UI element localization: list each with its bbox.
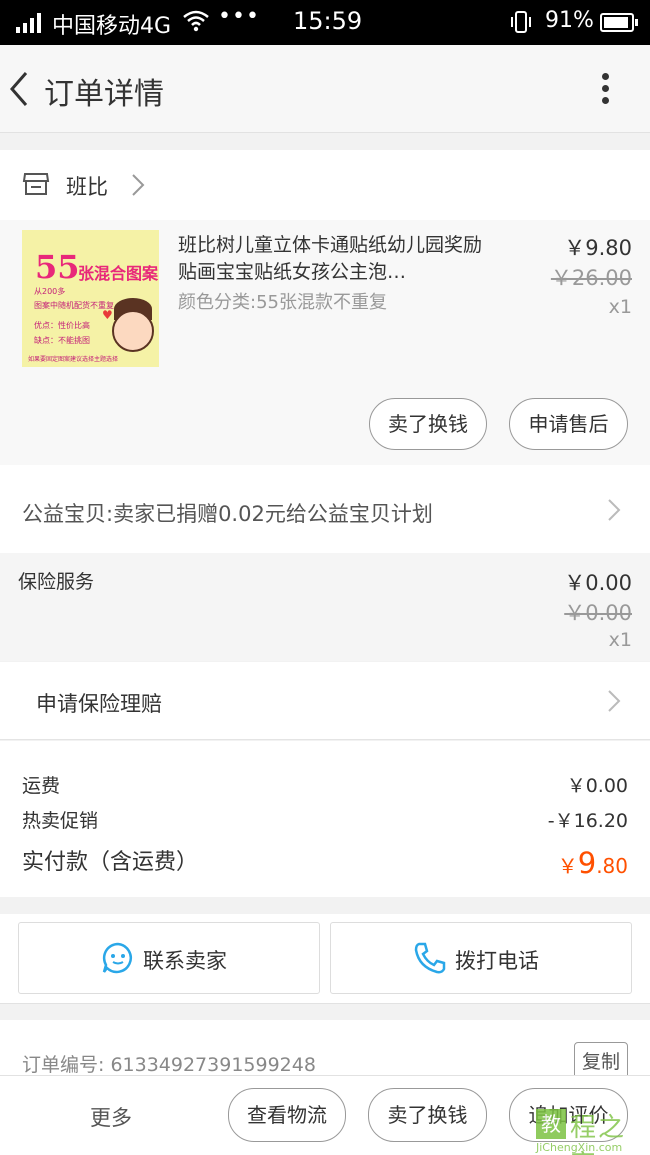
product-price: ￥9.80	[564, 236, 632, 260]
promo-row: 热卖促销 -￥16.20	[22, 806, 628, 833]
heart-icon: ♥	[102, 308, 113, 322]
insurance-quantity: x1	[608, 629, 632, 651]
total-row: 实付款（含运费） ￥9.80	[22, 844, 628, 880]
sell-button[interactable]: 卖了换钱	[369, 398, 487, 450]
thumb-line: 缺点：不能挑图	[34, 336, 90, 345]
chevron-right-icon	[132, 174, 145, 196]
chevron-right-icon	[608, 499, 621, 521]
contact-seller-label: 联系卖家	[143, 949, 227, 973]
thumb-line: 从200多	[34, 287, 66, 296]
product-original-price: ￥26.00	[550, 266, 632, 290]
total-currency: ￥	[557, 854, 578, 878]
product-sku: 颜色分类:55张混款不重复	[178, 292, 387, 313]
more-notifications-dots: •••	[218, 4, 260, 29]
track-logistics-button[interactable]: 查看物流	[228, 1088, 346, 1142]
call-phone-button[interactable]: 拨打电话	[330, 922, 632, 994]
product-quantity: x1	[608, 296, 632, 318]
clock: 15:59	[293, 7, 363, 35]
signal-icon	[16, 13, 41, 33]
charity-row[interactable]: 公益宝贝:卖家已捐赠0.02元给公益宝贝计划	[0, 465, 650, 553]
insurance-label: 保险服务	[18, 571, 95, 593]
total-int: 9	[577, 846, 597, 880]
order-item[interactable]: 55 张混合图案 从200多 图案中随机配货不重复 优点：性价比高 缺点：不能挑…	[0, 220, 650, 465]
status-bar: 中国移动4G ••• 15:59 91%	[0, 0, 650, 45]
shop-row[interactable]: 班比	[0, 150, 650, 220]
phone-icon	[414, 942, 446, 974]
contact-seller-button[interactable]: 联系卖家	[18, 922, 320, 994]
insurance-service: 保险服务 ￥0.00 ￥0.00 x1	[0, 553, 650, 661]
cartoon-face	[112, 310, 154, 352]
claim-text: 申请保险理赔	[36, 692, 162, 716]
back-icon[interactable]	[6, 69, 34, 109]
more-button[interactable]: 更多	[90, 1102, 132, 1132]
wifi-icon	[183, 10, 209, 32]
after-sale-button[interactable]: 申请售后	[509, 398, 628, 450]
chat-bubble-icon	[102, 942, 132, 974]
promo-value: -￥16.20	[547, 810, 628, 832]
shipping-row: 运费 ￥0.00	[22, 771, 628, 798]
charity-text: 公益宝贝:卖家已捐赠0.02元给公益宝贝计划	[22, 502, 433, 526]
call-phone-label: 拨打电话	[455, 949, 539, 973]
thumb-line: 优点：性价比高	[34, 321, 90, 330]
watermark-box: 教	[536, 1109, 566, 1139]
thumb-line: 如果要固定图案建议选择主题选择	[28, 356, 119, 363]
nav-bar: 订单详情	[0, 45, 650, 133]
order-number-row: 订单编号: 61334927391599248 复制	[0, 1020, 650, 1082]
shipping-value: ￥0.00	[566, 775, 628, 797]
carrier-label: 中国移动4G	[52, 14, 172, 39]
total-decimal: .80	[596, 854, 628, 878]
watermark: 教 程之家 JiChengXin.com	[534, 1105, 650, 1155]
total-label: 实付款（含运费）	[22, 850, 199, 875]
total-value: ￥9.80	[558, 846, 628, 880]
page-title: 订单详情	[44, 77, 164, 112]
battery-icon	[600, 13, 638, 32]
more-menu-icon[interactable]	[590, 69, 622, 109]
product-name[interactable]: 班比树儿童立体卡通贴纸幼儿园奖励贴画宝宝贴纸女孩公主泡…	[178, 232, 498, 286]
watermark-url: JiChengXin.com	[536, 1141, 623, 1154]
thumb-title: 张混合图案	[78, 264, 159, 283]
insurance-price: ￥0.00	[564, 571, 632, 595]
fee-summary: 运费 ￥0.00 热卖促销 -￥16.20 实付款（含运费） ￥9.80	[0, 741, 650, 897]
sell-button-bottom[interactable]: 卖了换钱	[368, 1088, 487, 1142]
chevron-right-icon	[608, 690, 621, 712]
battery-percent: 91%	[545, 8, 594, 33]
product-thumbnail[interactable]: 55 张混合图案 从200多 图案中随机配货不重复 优点：性价比高 缺点：不能挑…	[22, 230, 159, 367]
insurance-claim-row[interactable]: 申请保险理赔	[0, 662, 650, 740]
order-number: 订单编号: 61334927391599248	[22, 1054, 316, 1076]
shop-name: 班比	[66, 175, 108, 199]
store-icon	[22, 173, 50, 195]
shipping-label: 运费	[22, 775, 61, 797]
thumb-big-number: 55	[35, 248, 80, 286]
vibrate-icon	[511, 11, 531, 33]
insurance-original-price: ￥0.00	[564, 601, 632, 625]
promo-label: 热卖促销	[22, 810, 99, 832]
contact-bar: 联系卖家 拨打电话	[0, 914, 650, 1004]
